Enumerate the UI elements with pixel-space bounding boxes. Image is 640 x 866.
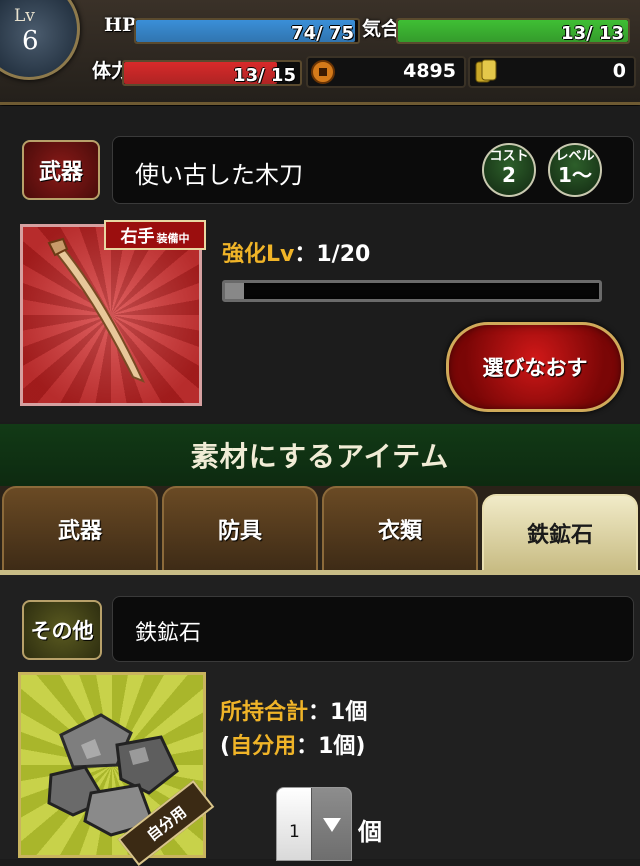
tab-clothing[interactable]: 衣類	[322, 486, 478, 570]
material-tabs: 武器 防具 衣類 鉄鉱石	[0, 486, 640, 570]
level-badge	[0, 0, 80, 80]
chevron-down-icon	[323, 818, 341, 832]
cost-value: 2	[502, 163, 516, 187]
gold-value: 0	[612, 60, 626, 82]
tab-iron-ore[interactable]: 鉄鉱石	[482, 494, 638, 570]
material-header: 素材にするアイテム	[0, 424, 640, 486]
enhance-progress-fill	[225, 283, 244, 299]
tab-weapon[interactable]: 武器	[2, 486, 158, 570]
enhance-value: ：1/20	[294, 242, 371, 267]
quantity-select[interactable]: 1	[276, 787, 352, 861]
item-name-box: 鉄鉱石	[112, 596, 634, 662]
weapon-card[interactable]	[20, 224, 202, 406]
coin-counter: 4895	[306, 56, 466, 88]
spirit-label: 気合	[362, 18, 401, 40]
item-name: 鉄鉱石	[135, 621, 202, 646]
level-value: 6	[22, 26, 39, 56]
wooden-sword-icon	[47, 237, 145, 383]
self-use-value: ：1個)	[296, 734, 366, 759]
gold-coin-icon	[475, 59, 497, 83]
quantity-dropdown-button[interactable]	[311, 788, 351, 860]
item-category-badge: その他	[22, 600, 102, 660]
enhance-progress-bar	[222, 280, 602, 302]
weapon-name: 使い古した木刀	[135, 161, 303, 189]
hp-value: 74/ 75	[291, 23, 354, 44]
quantity-unit: 個	[358, 818, 382, 846]
total-owned-label: 所持合計	[220, 700, 309, 725]
hp-label: HP	[104, 14, 137, 36]
enhance-row: 強化Lv：1/20	[222, 236, 370, 268]
equip-status: 装備中	[156, 232, 190, 245]
quantity-value: 1	[289, 822, 300, 842]
gold-counter: 0	[468, 56, 636, 88]
total-owned-row: 所持合計：1個	[220, 694, 367, 726]
level-requirement-label: レベル	[555, 149, 595, 164]
hp-bar: 74/ 75	[134, 18, 360, 44]
tab-armor[interactable]: 防具	[162, 486, 318, 570]
spirit-value: 13/ 13	[561, 23, 624, 44]
level-requirement-badge: レベル 1〜	[548, 143, 602, 197]
level-label: Lv	[14, 6, 35, 26]
status-bar: Lv 6 HP 74/ 75 気合 13/ 13 体力 13/ 15 4895 …	[0, 0, 640, 105]
reselect-button[interactable]: 選びなおす	[446, 322, 624, 412]
level-requirement-value: 1〜	[558, 163, 592, 187]
enhance-label: 強化Lv	[222, 242, 295, 267]
stamina-bar: 13/ 15	[122, 60, 302, 86]
self-use-open: (	[220, 734, 231, 759]
weapon-category-badge: 武器	[22, 140, 100, 200]
coin-value: 4895	[403, 60, 456, 82]
cost-label: コスト	[489, 149, 529, 164]
total-owned-value: ：1個	[308, 700, 368, 725]
stamina-value: 13/ 15	[233, 65, 296, 86]
cost-badge: コスト 2	[482, 143, 536, 197]
equip-hand: 右手	[120, 227, 155, 247]
self-use-row: (自分用：1個)	[220, 728, 365, 760]
coin-icon	[311, 60, 335, 84]
self-use-label: 自分用	[230, 734, 297, 759]
equipped-tag: 右手 装備中	[104, 220, 206, 250]
spirit-bar: 13/ 13	[396, 18, 630, 44]
